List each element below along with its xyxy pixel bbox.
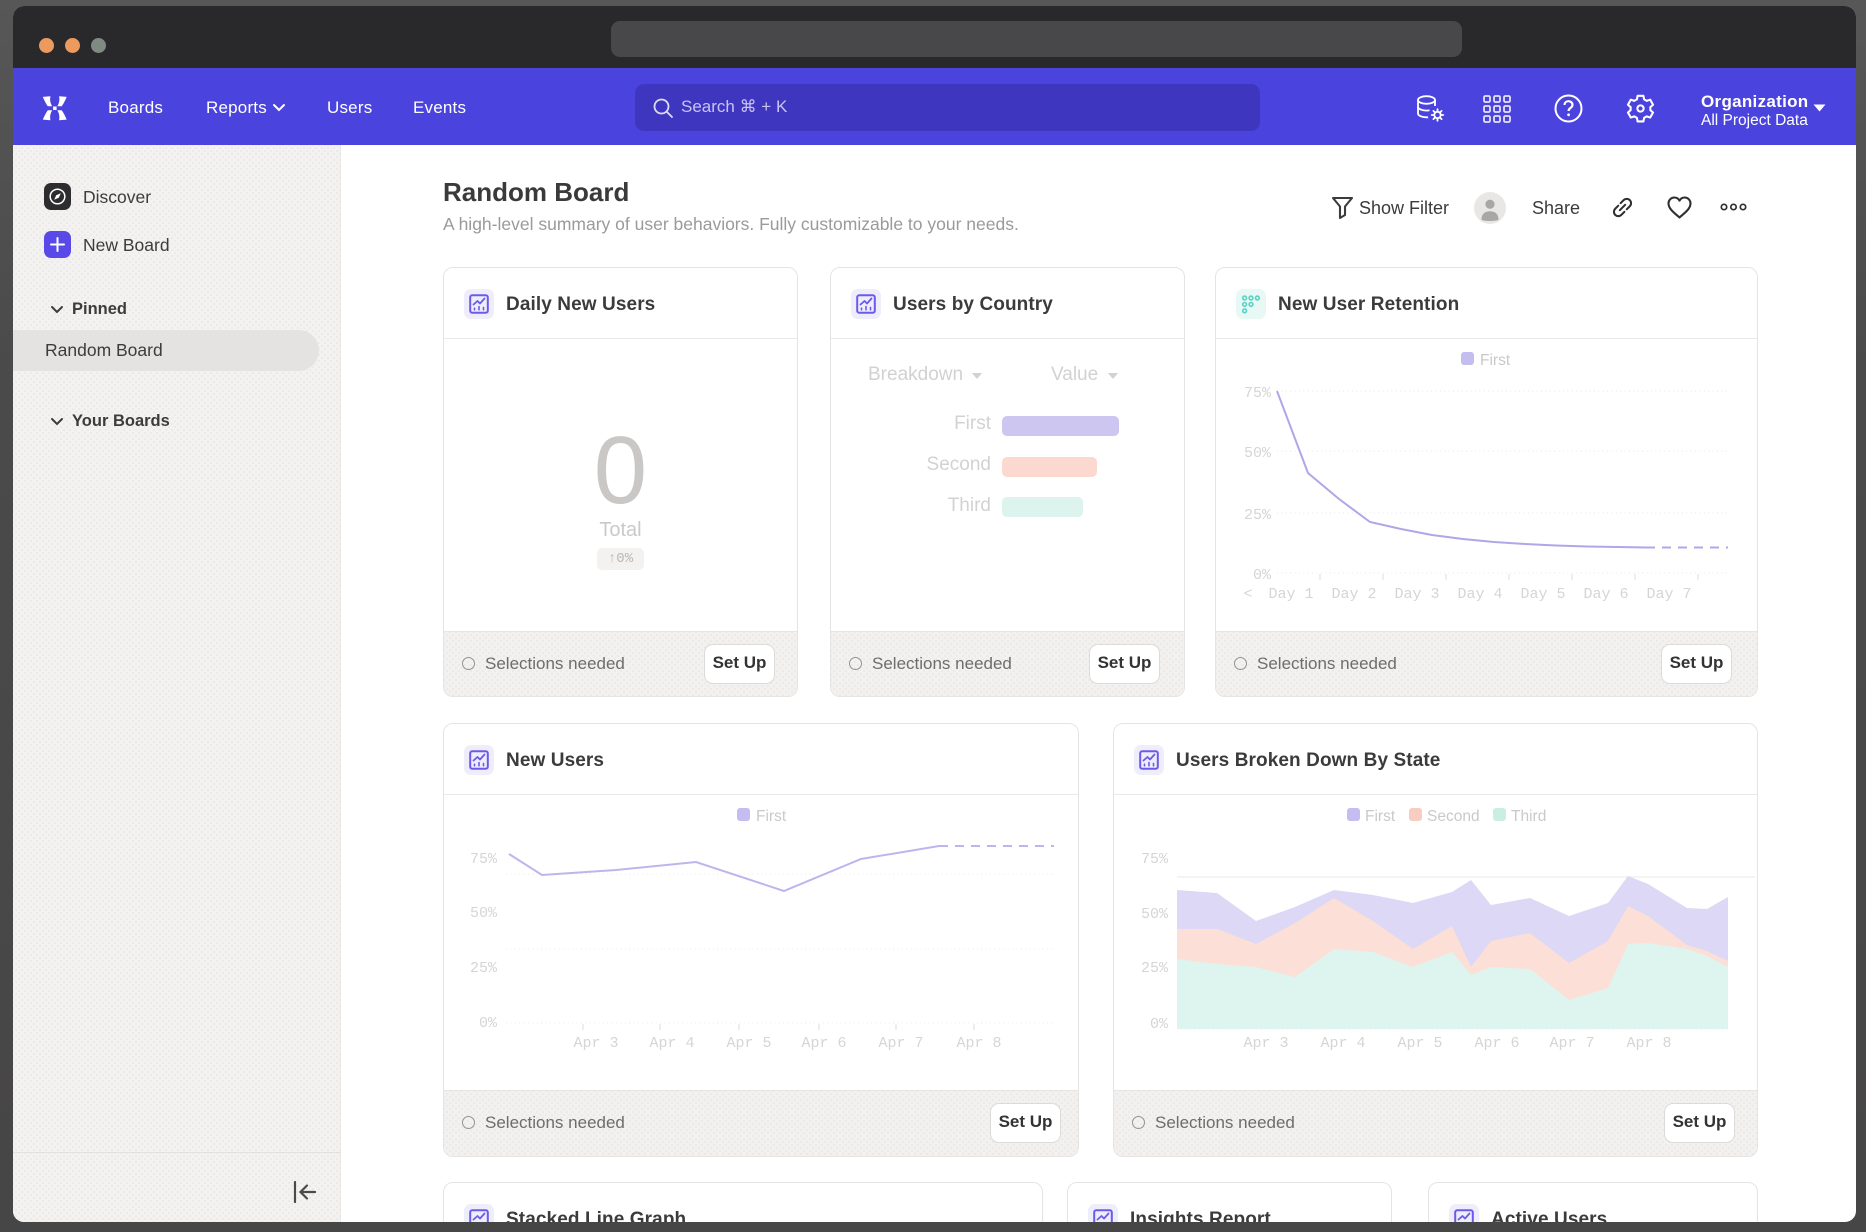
svg-text:Apr 7: Apr 7 bbox=[878, 1035, 923, 1052]
svg-text:Second: Second bbox=[1427, 808, 1480, 825]
svg-text:<: < bbox=[1243, 586, 1252, 603]
svg-text:50%: 50% bbox=[1244, 445, 1272, 462]
svg-text:Day 3: Day 3 bbox=[1394, 586, 1439, 603]
svg-text:75%: 75% bbox=[1244, 385, 1272, 402]
svg-text:First: First bbox=[1365, 808, 1396, 825]
svg-text:25%: 25% bbox=[1244, 507, 1272, 524]
svg-text:Apr 6: Apr 6 bbox=[1474, 1035, 1519, 1052]
svg-text:75%: 75% bbox=[470, 851, 498, 868]
svg-text:75%: 75% bbox=[1141, 851, 1169, 868]
svg-text:25%: 25% bbox=[470, 960, 498, 977]
svg-text:Day 6: Day 6 bbox=[1583, 586, 1628, 603]
svg-text:Apr 7: Apr 7 bbox=[1549, 1035, 1594, 1052]
svg-text:0%: 0% bbox=[1150, 1016, 1169, 1033]
svg-text:0%: 0% bbox=[479, 1015, 498, 1032]
svg-text:Day 1: Day 1 bbox=[1268, 586, 1313, 603]
svg-text:Day 4: Day 4 bbox=[1457, 586, 1502, 603]
svg-text:First: First bbox=[1480, 352, 1511, 369]
svg-text:First: First bbox=[756, 808, 787, 825]
svg-text:Apr 4: Apr 4 bbox=[1320, 1035, 1365, 1052]
svg-text:Apr 5: Apr 5 bbox=[1397, 1035, 1442, 1052]
svg-text:Apr 5: Apr 5 bbox=[726, 1035, 771, 1052]
svg-text:Apr 6: Apr 6 bbox=[801, 1035, 846, 1052]
svg-text:Apr 3: Apr 3 bbox=[573, 1035, 618, 1052]
svg-text:Day 2: Day 2 bbox=[1331, 586, 1376, 603]
svg-text:Third: Third bbox=[1511, 808, 1546, 825]
svg-text:Apr 3: Apr 3 bbox=[1243, 1035, 1288, 1052]
svg-text:50%: 50% bbox=[1141, 906, 1169, 923]
svg-text:Day 5: Day 5 bbox=[1520, 586, 1565, 603]
svg-text:Apr 8: Apr 8 bbox=[956, 1035, 1001, 1052]
svg-text:Day 7: Day 7 bbox=[1646, 586, 1691, 603]
svg-text:50%: 50% bbox=[470, 905, 498, 922]
svg-text:0%: 0% bbox=[1253, 567, 1272, 584]
svg-text:Apr 4: Apr 4 bbox=[649, 1035, 694, 1052]
svg-text:25%: 25% bbox=[1141, 960, 1169, 977]
svg-text:Apr 8: Apr 8 bbox=[1626, 1035, 1671, 1052]
